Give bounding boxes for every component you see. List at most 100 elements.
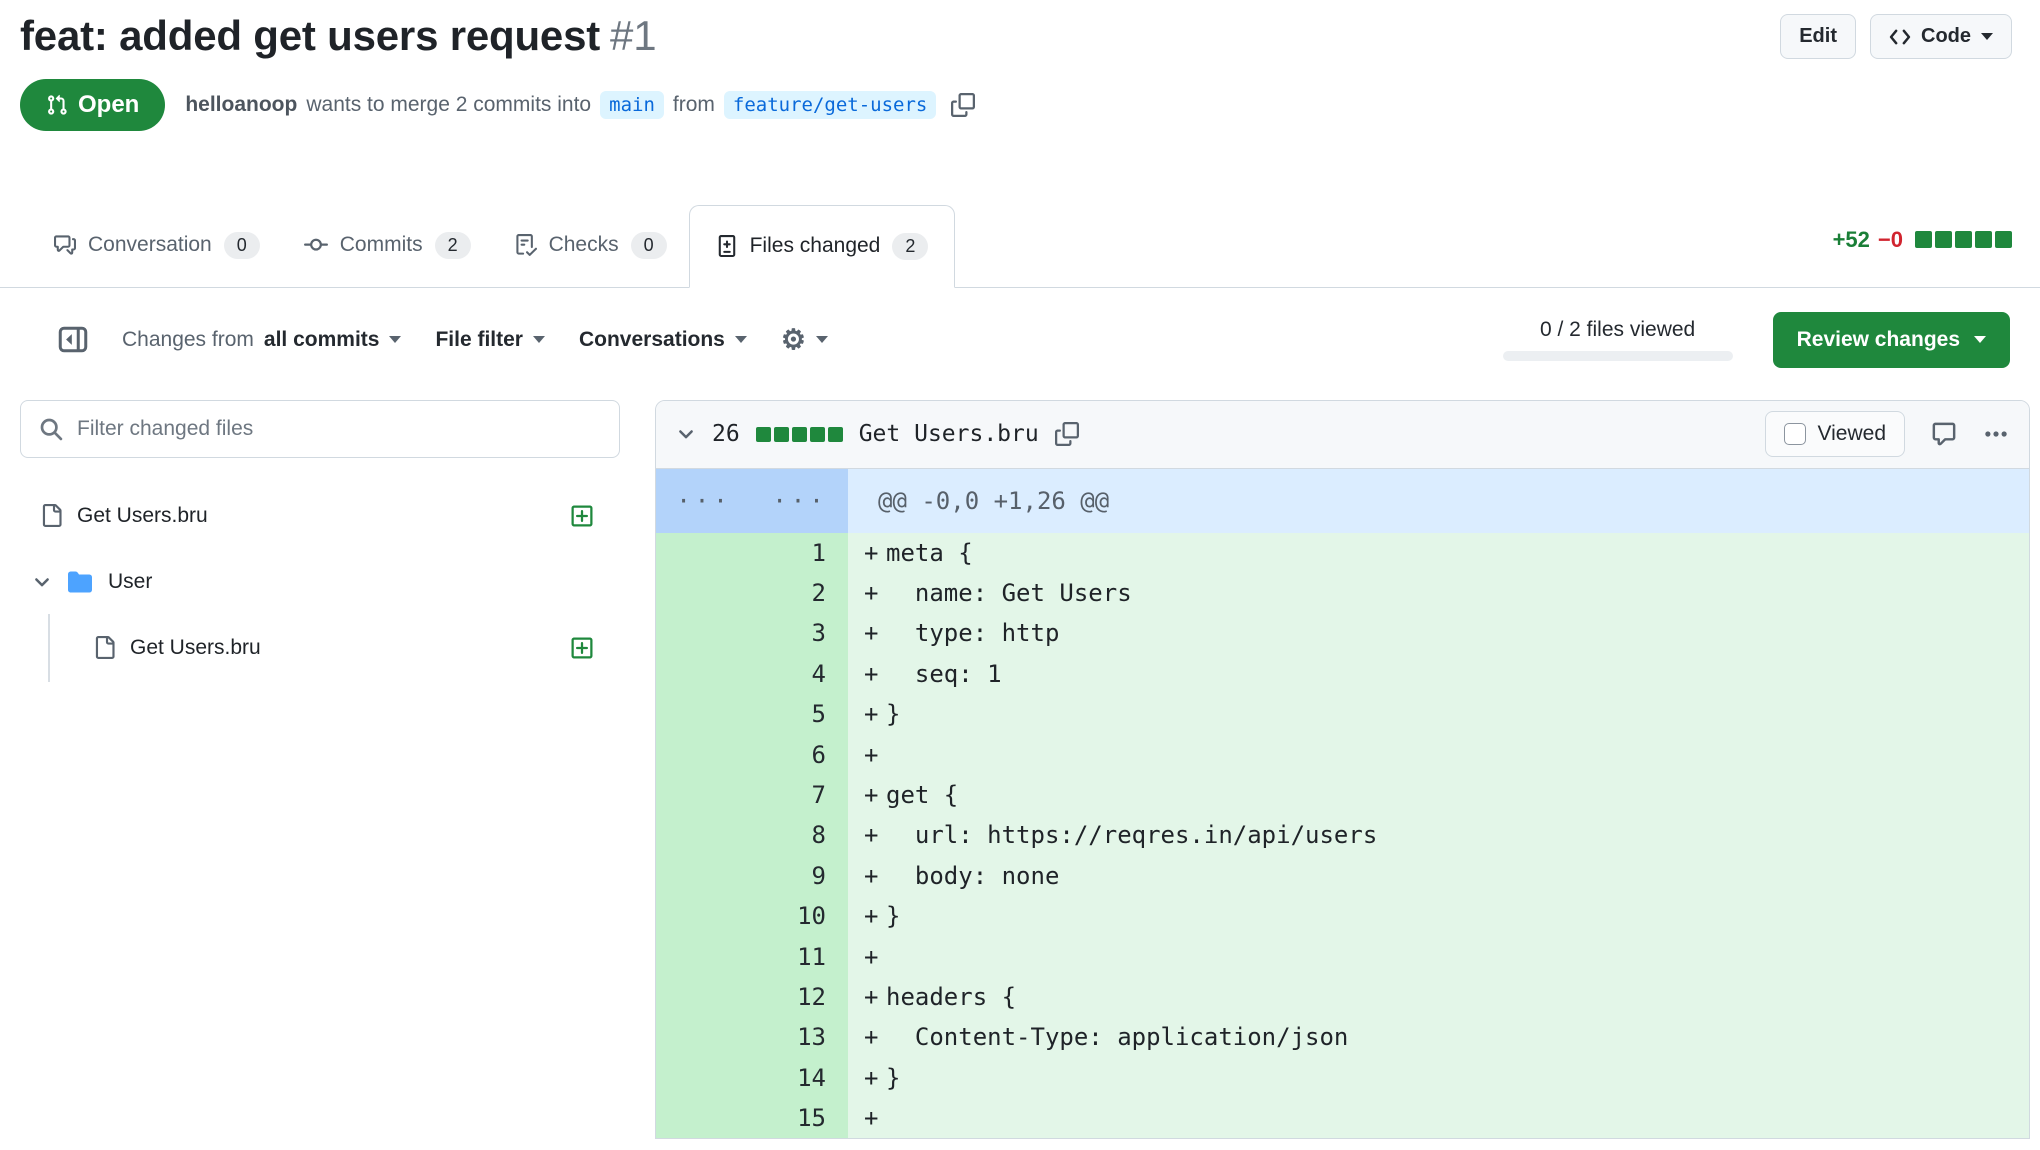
- comment-icon[interactable]: [1931, 421, 1957, 447]
- diff-line[interactable]: 12+headers {: [656, 977, 2029, 1017]
- diff-plus-sign: +: [848, 1023, 886, 1051]
- pr-title-text: feat: added get users request: [20, 12, 600, 59]
- line-number: 7: [656, 775, 848, 815]
- chevron-down-icon: [1974, 336, 1986, 343]
- code-button[interactable]: Code: [1870, 14, 2012, 59]
- gear-icon: ⚙: [781, 326, 806, 354]
- file-icon: [93, 636, 116, 659]
- diffstat-blocks: [1915, 231, 2012, 248]
- diff-line[interactable]: 15+: [656, 1098, 2029, 1138]
- hunk-header-row: ··· ··· @@ -0,0 +1,26 @@: [656, 469, 2029, 533]
- tree-item-label: User: [108, 570, 152, 594]
- file-diffstat-blocks: [756, 427, 843, 442]
- review-changes-button[interactable]: Review changes: [1773, 312, 2010, 368]
- diff-line[interactable]: 5+}: [656, 694, 2029, 734]
- diff-plus-sign: +: [848, 539, 886, 567]
- line-number: 9: [656, 856, 848, 896]
- base-branch-label[interactable]: main: [600, 91, 664, 119]
- diff-plus-sign: +: [848, 821, 886, 849]
- tree-item-label: Get Users.bru: [77, 504, 208, 528]
- kebab-menu-icon[interactable]: [1983, 421, 2009, 447]
- page-title: feat: added get users request#1: [20, 10, 656, 63]
- conversations-dropdown[interactable]: Conversations: [579, 328, 747, 352]
- filter-changed-files-input[interactable]: [77, 417, 601, 441]
- head-branch-label[interactable]: feature/get-users: [724, 91, 936, 119]
- diff-line[interactable]: 6+: [656, 734, 2029, 774]
- diff-line[interactable]: 13+ Content-Type: application/json: [656, 1017, 2029, 1057]
- files-viewed-label: 0 / 2 files viewed: [1540, 318, 1695, 342]
- diffstat: +52 −0: [1833, 227, 2012, 287]
- expand-hunk-icon[interactable]: ···: [752, 469, 848, 533]
- code-button-label: Code: [1921, 25, 1971, 48]
- diff-line[interactable]: 14+}: [656, 1058, 2029, 1098]
- diff-line[interactable]: 10+}: [656, 896, 2029, 936]
- tab-conversation[interactable]: Conversation 0: [32, 204, 282, 287]
- tab-files-changed[interactable]: Files changed 2: [689, 205, 956, 288]
- conversations-label: Conversations: [579, 328, 725, 352]
- search-icon: [39, 417, 63, 441]
- diff-line[interactable]: 11+: [656, 936, 2029, 976]
- diff-plus-sign: +: [848, 983, 886, 1011]
- tree-item-folder[interactable]: User: [20, 556, 620, 608]
- code-text: }: [886, 700, 900, 728]
- filter-changed-files-box: [20, 400, 620, 458]
- line-number: 8: [656, 815, 848, 855]
- files-toolbar: Changes from all commits File filter Con…: [0, 288, 2040, 392]
- code-text: name: Get Users: [886, 579, 1132, 607]
- file-diff-icon: [716, 235, 738, 257]
- line-number: 14: [656, 1058, 848, 1098]
- line-number: 4: [656, 654, 848, 694]
- pr-header: feat: added get users request#1 Edit Cod…: [0, 0, 2040, 131]
- diff-line[interactable]: 2+ name: Get Users: [656, 573, 2029, 613]
- author-link[interactable]: helloanoop: [185, 93, 297, 117]
- diff-panel: 26 Get Users.bru Viewed ··: [655, 400, 2030, 1140]
- chevron-down-icon: [389, 336, 401, 343]
- tree-item-file[interactable]: Get Users.bru: [20, 490, 620, 542]
- diff-line[interactable]: 1+meta {: [656, 533, 2029, 573]
- copy-branch-icon[interactable]: [951, 93, 975, 117]
- collapse-diff-chevron-icon[interactable]: [676, 424, 696, 444]
- edit-button-label: Edit: [1799, 25, 1837, 48]
- diff-code-lines: 1+meta { 2+ name: Get Users 3+ type: htt…: [656, 533, 2029, 1139]
- chevron-down-icon: [735, 336, 747, 343]
- tab-checks[interactable]: Checks 0: [493, 204, 689, 287]
- tree-item-file[interactable]: Get Users.bru: [20, 622, 620, 674]
- diff-line[interactable]: 9+ body: none: [656, 856, 2029, 896]
- diff-plus-sign: +: [848, 781, 886, 809]
- line-number: 12: [656, 977, 848, 1017]
- chevron-down-icon: [533, 336, 545, 343]
- viewed-checkbox[interactable]: [1784, 423, 1806, 445]
- file-filter-dropdown[interactable]: File filter: [435, 328, 545, 352]
- line-number: 5: [656, 694, 848, 734]
- edit-button[interactable]: Edit: [1780, 14, 1856, 59]
- diff-line[interactable]: 3+ type: http: [656, 613, 2029, 653]
- diff-line[interactable]: 4+ seq: 1: [656, 654, 2029, 694]
- pr-meta-text: helloanoop wants to merge 2 commits into…: [185, 91, 975, 119]
- diff-file-name[interactable]: Get Users.bru: [859, 421, 1039, 447]
- line-number: 6: [656, 734, 848, 774]
- diff-line[interactable]: 7+get {: [656, 775, 2029, 815]
- review-changes-label: Review changes: [1797, 328, 1960, 352]
- changes-from-dropdown[interactable]: Changes from all commits: [122, 328, 401, 352]
- files-viewed-track: [1503, 351, 1733, 361]
- copy-file-path-icon[interactable]: [1055, 422, 1079, 446]
- tab-label: Conversation: [88, 233, 212, 257]
- tab-commits[interactable]: Commits 2: [282, 204, 493, 287]
- diff-line[interactable]: 8+ url: https://reqres.in/api/users: [656, 815, 2029, 855]
- diff-settings-dropdown[interactable]: ⚙: [781, 326, 828, 354]
- file-tree-sidebar: Get Users.bru User Get Users.: [20, 400, 620, 688]
- sidebar-collapse-icon[interactable]: [58, 326, 88, 353]
- changes-from-label: Changes from: [122, 328, 254, 352]
- changed-files-tree: Get Users.bru User Get Users.: [20, 490, 620, 674]
- diff-plus-sign: +: [848, 1064, 886, 1092]
- tab-count: 2: [892, 233, 928, 260]
- hunk-gutter[interactable]: ··· ···: [656, 469, 848, 533]
- diffstat-deletions: −0: [1878, 227, 1903, 253]
- code-icon: [1889, 28, 1911, 46]
- status-badge: Open: [20, 79, 165, 131]
- expand-hunk-icon[interactable]: ···: [656, 469, 752, 533]
- viewed-label: Viewed: [1818, 422, 1887, 446]
- viewed-toggle[interactable]: Viewed: [1765, 411, 1906, 457]
- line-number: 3: [656, 613, 848, 653]
- code-text: url: https://reqres.in/api/users: [886, 821, 1377, 849]
